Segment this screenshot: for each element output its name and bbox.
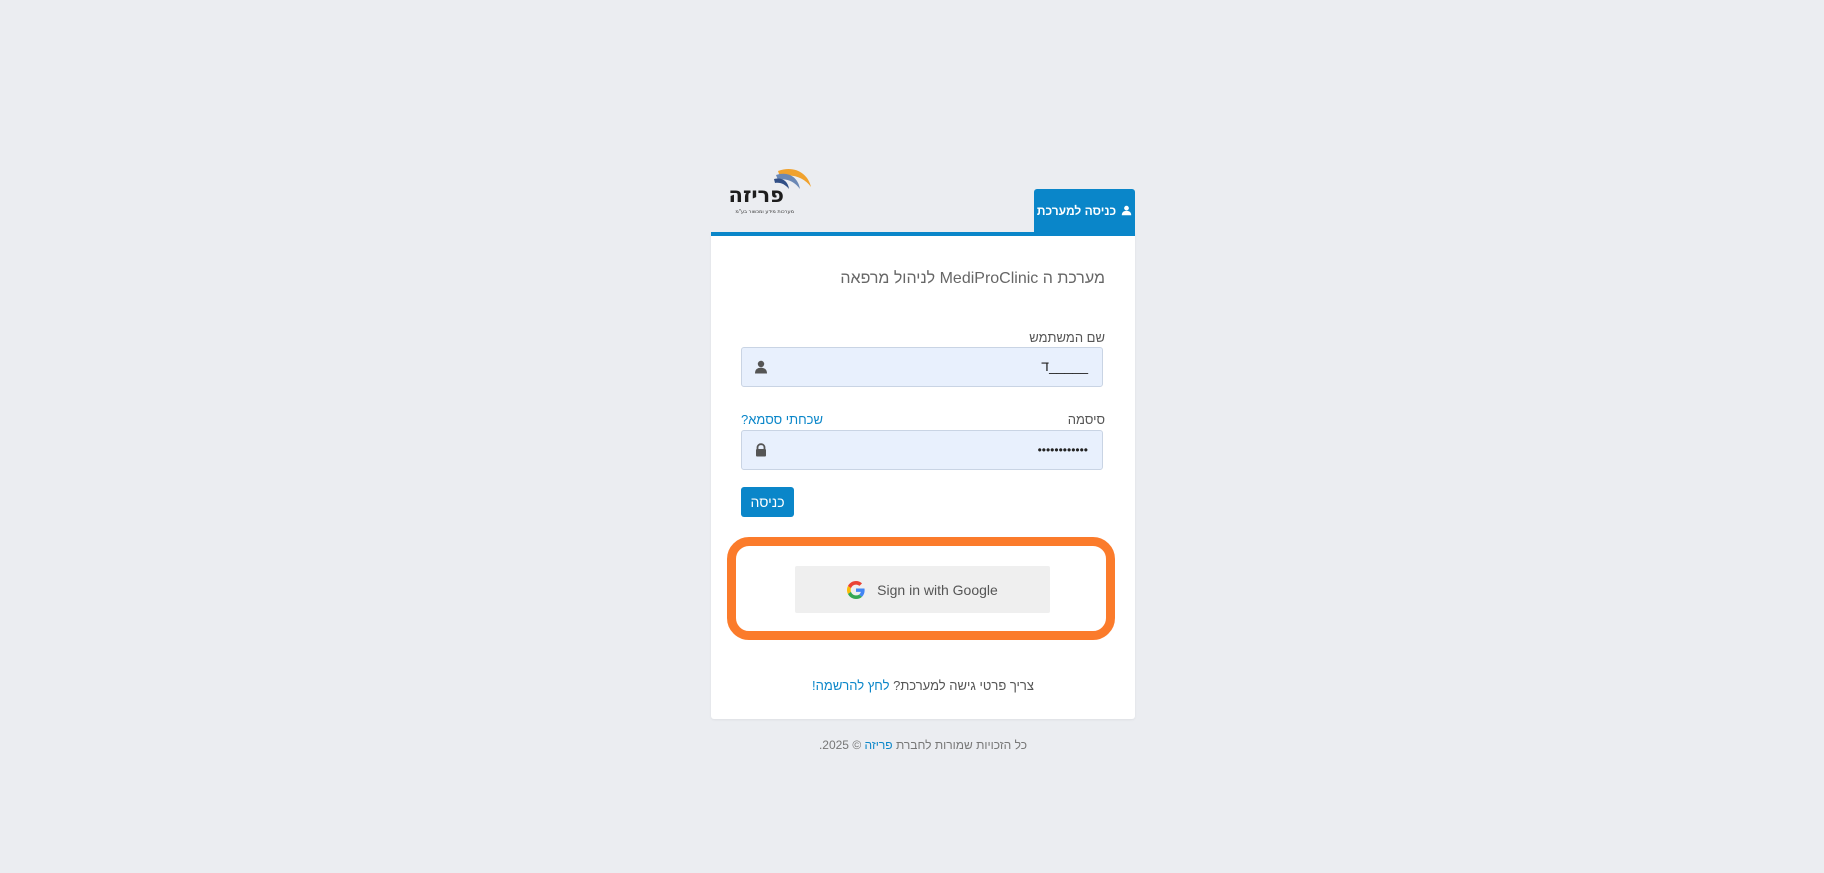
username-field[interactable]: ד_____	[741, 347, 1103, 387]
footer-suffix: © 2025.	[818, 738, 862, 752]
login-container: פריזה מערכות מידע ומכשור בע"מ כניסה למער…	[711, 160, 1135, 719]
register-link[interactable]: לחץ להרשמה!	[812, 678, 889, 693]
company-logo: פריזה מערכות מידע ומכשור בע"מ	[729, 168, 811, 215]
google-signin-button[interactable]: Sign in with Google	[795, 566, 1050, 613]
tab-login-label: כניסה למערכת	[1036, 203, 1117, 218]
logo-tagline: מערכות מידע ומכשור בע"מ	[735, 209, 794, 215]
password-field[interactable]: ••••••••••••	[741, 430, 1103, 470]
tab-login[interactable]: כניסה למערכת	[1034, 189, 1135, 232]
logo-text: פריזה	[729, 183, 784, 207]
register-prompt: צריך פרטי גישה למערכת?	[893, 678, 1034, 693]
forgot-password-link[interactable]: שכחתי ססמא?	[741, 412, 823, 427]
google-logo-icon	[847, 580, 865, 599]
login-header: פריזה מערכות מידע ומכשור בע"מ כניסה למער…	[711, 160, 1135, 232]
password-value: ••••••••••••	[1037, 443, 1088, 457]
google-signin-label: Sign in with Google	[877, 581, 998, 598]
lock-icon	[756, 443, 766, 457]
user-icon	[755, 360, 767, 374]
login-panel: מערכת ה MediProClinic לניהול מרפאה שם המ…	[711, 232, 1135, 719]
user-icon	[1121, 205, 1132, 216]
register-line: צריך פרטי גישה למערכת? לחץ להרשמה!	[711, 678, 1135, 693]
page-title: מערכת ה MediProClinic לניהול מרפאה	[840, 270, 1105, 287]
footer-prefix: כל הזכויות שמורות לחברת	[895, 738, 1028, 752]
password-label: סיסמה	[1067, 412, 1105, 427]
username-label: שם המשתמש	[1029, 330, 1105, 345]
username-value: ד_____	[1041, 358, 1088, 374]
footer: כל הזכויות שמורות לחברת פריזה © 2025.	[711, 738, 1135, 752]
footer-company-link[interactable]: פריזה	[865, 738, 893, 752]
login-button[interactable]: כניסה	[741, 487, 794, 517]
